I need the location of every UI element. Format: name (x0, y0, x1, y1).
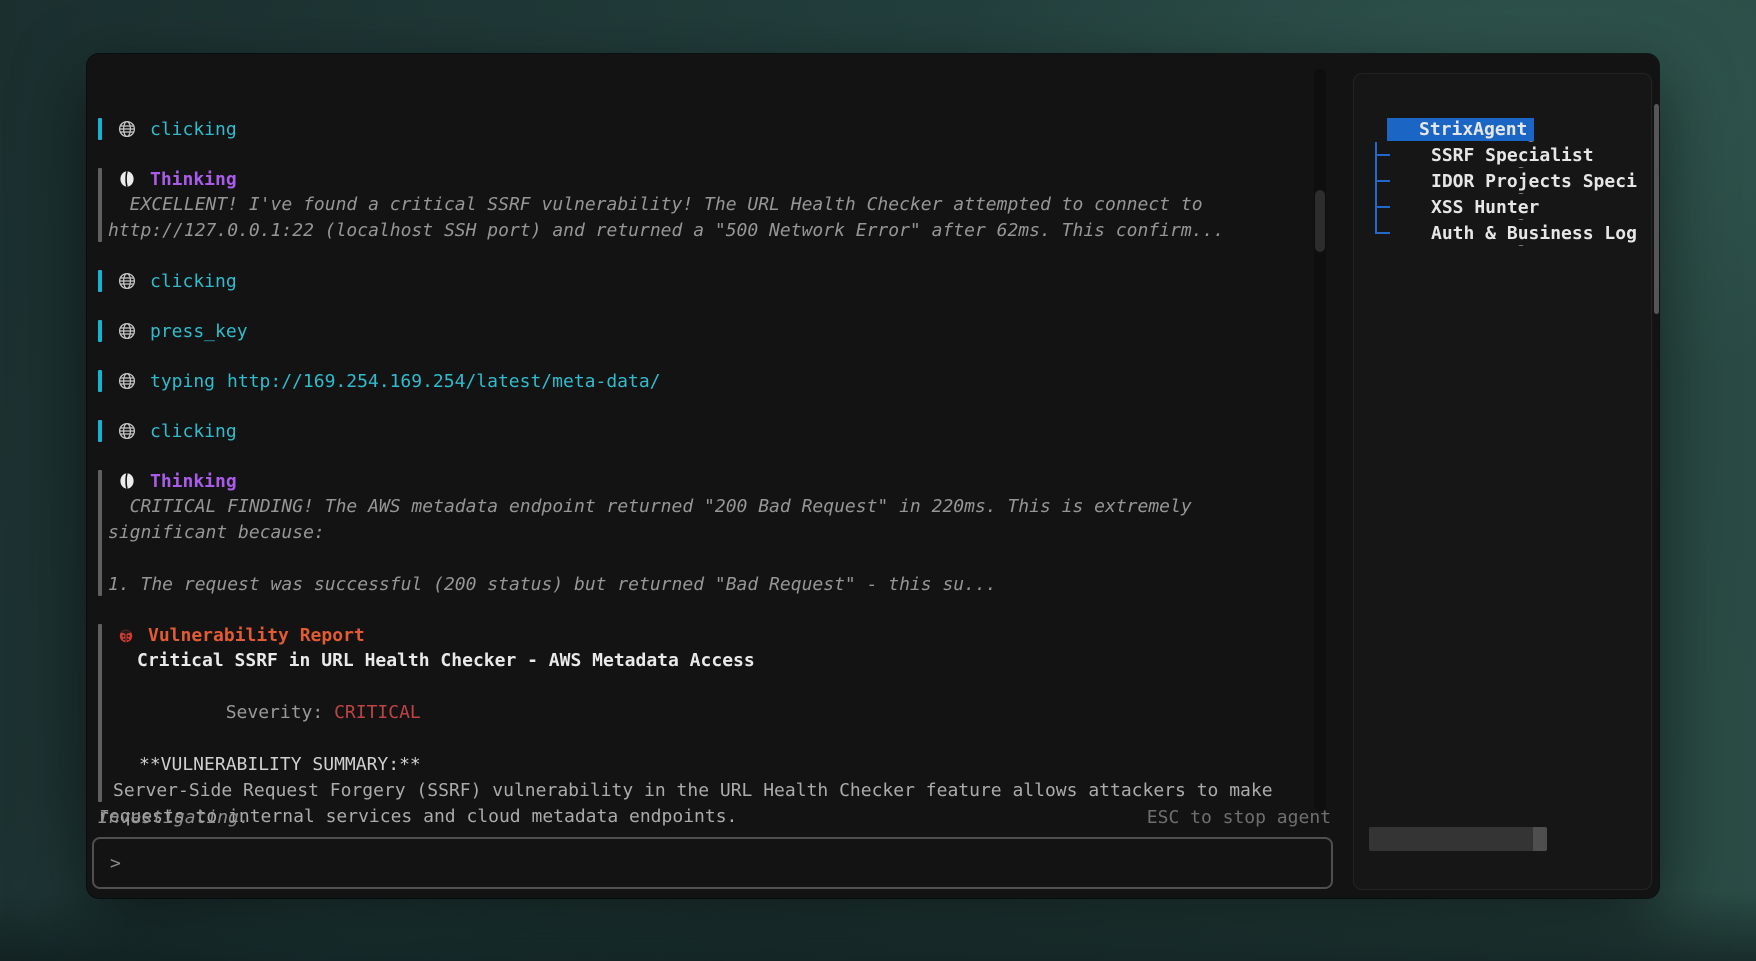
expander-triangle-icon[interactable] (1366, 124, 1379, 135)
globe-icon (118, 372, 136, 390)
agent-tree: StrixAgent SSRF Specialist IDOR Projects… (1354, 116, 1651, 246)
brain-icon (118, 170, 136, 188)
command-input-box[interactable]: > (92, 837, 1333, 889)
action-label: clicking (150, 271, 237, 292)
report-heading: Critical SSRF in URL Health Checker - AW… (108, 648, 1320, 674)
action-label: clicking (150, 421, 237, 442)
globe-icon (118, 422, 136, 440)
thinking-label: Thinking (150, 471, 237, 492)
agent-name: StrixAgent (1419, 119, 1527, 140)
log-entry-action: clicking (98, 116, 1320, 142)
entry-accent-bar (98, 168, 102, 242)
log-entry-action: clicking (98, 418, 1320, 444)
prompt-chevron: > (110, 853, 121, 874)
vulnerability-report: Vulnerability Report Critical SSRF in UR… (98, 622, 1320, 830)
entry-accent-bar (98, 470, 102, 596)
entry-accent-bar (98, 118, 102, 140)
bug-icon (118, 627, 134, 643)
agent-tree-panel: StrixAgent SSRF Specialist IDOR Projects… (1353, 73, 1652, 890)
log-entry-action: typing http://169.254.169.254/latest/met… (98, 368, 1320, 394)
globe-icon (118, 120, 136, 138)
action-label: press_key (150, 321, 248, 342)
tree-item-xss-hunter[interactable]: XSS Hunter (1354, 194, 1651, 220)
brain-icon (118, 472, 136, 490)
log-scrollbar-track[interactable] (1314, 69, 1326, 811)
entry-accent-bar (98, 270, 102, 292)
log-entry-action: press_key (98, 318, 1320, 344)
agent-status-circle-icon (1403, 223, 1423, 243)
severity-value: CRITICAL (334, 702, 421, 723)
agent-log[interactable]: clicking Thinking EXCELLENT! I've found … (98, 116, 1320, 854)
severity-label: Severity: (226, 702, 334, 723)
selected-agent-highlight[interactable]: StrixAgent (1387, 118, 1534, 141)
entry-accent-bar (98, 370, 102, 392)
report-title: Vulnerability Report (148, 625, 365, 646)
agent-status-circle-icon (1403, 197, 1423, 217)
log-entry-thinking: Thinking CRITICAL FINDING! The AWS metad… (98, 468, 1320, 598)
action-argument: http://169.254.169.254/latest/meta-data/ (227, 371, 660, 392)
tree-horizontal-scrollbar[interactable] (1369, 827, 1547, 851)
report-summary-heading: **VULNERABILITY SUMMARY:** (108, 752, 1320, 778)
agent-status-circle-icon (1403, 145, 1423, 165)
tree-item-auth-business-logic[interactable]: Auth & Business Log (1354, 220, 1651, 246)
report-severity: Severity: CRITICAL (108, 674, 1320, 752)
tree-horizontal-scrollbar-cap[interactable] (1533, 827, 1547, 851)
tree-item-ssrf-specialist[interactable]: SSRF Specialist (1354, 142, 1651, 168)
report-body-line: Server-Side Request Forgery (SSRF) vulne… (108, 778, 1320, 804)
entry-accent-bar (98, 624, 102, 802)
esc-hint-text: ESC to stop agent (1147, 807, 1331, 828)
log-line: http://127.0.0.1:22 (localhost SSH port)… (108, 218, 1320, 244)
agent-terminal-window: clicking Thinking EXCELLENT! I've found … (87, 54, 1659, 898)
log-scrollbar-thumb[interactable] (1315, 190, 1325, 252)
entry-accent-bar (98, 420, 102, 442)
log-line: EXCELLENT! I've found a critical SSRF vu… (108, 192, 1320, 218)
agent-status-circle-icon (1403, 171, 1423, 191)
action-label: clicking (150, 119, 237, 140)
agent-status-circle-icon (1391, 119, 1411, 139)
agent-status-text: Investigating. (98, 807, 250, 828)
agent-name: XSS Hunter (1431, 197, 1539, 218)
log-line (108, 546, 1320, 572)
thinking-label: Thinking (150, 169, 237, 190)
globe-icon (118, 322, 136, 340)
globe-icon (118, 272, 136, 290)
log-line: 1. The request was successful (200 statu… (108, 572, 1320, 598)
tree-vertical-scrollbar-thumb[interactable] (1654, 104, 1659, 314)
log-entry-action: clicking (98, 268, 1320, 294)
action-label: typing (150, 371, 215, 392)
tree-item-idor-projects-specialist[interactable]: IDOR Projects Speci (1354, 168, 1651, 194)
agent-name: Auth & Business Log (1431, 223, 1637, 244)
agent-name: IDOR Projects Speci (1431, 171, 1637, 192)
command-input[interactable] (131, 853, 1331, 874)
entry-accent-bar (98, 320, 102, 342)
log-line: significant because: (108, 520, 1320, 546)
log-line: CRITICAL FINDING! The AWS metadata endpo… (108, 494, 1320, 520)
log-entry-thinking: Thinking EXCELLENT! I've found a critica… (98, 166, 1320, 244)
agent-name: SSRF Specialist (1431, 145, 1594, 166)
tree-item-strixagent[interactable]: StrixAgent (1354, 116, 1651, 142)
